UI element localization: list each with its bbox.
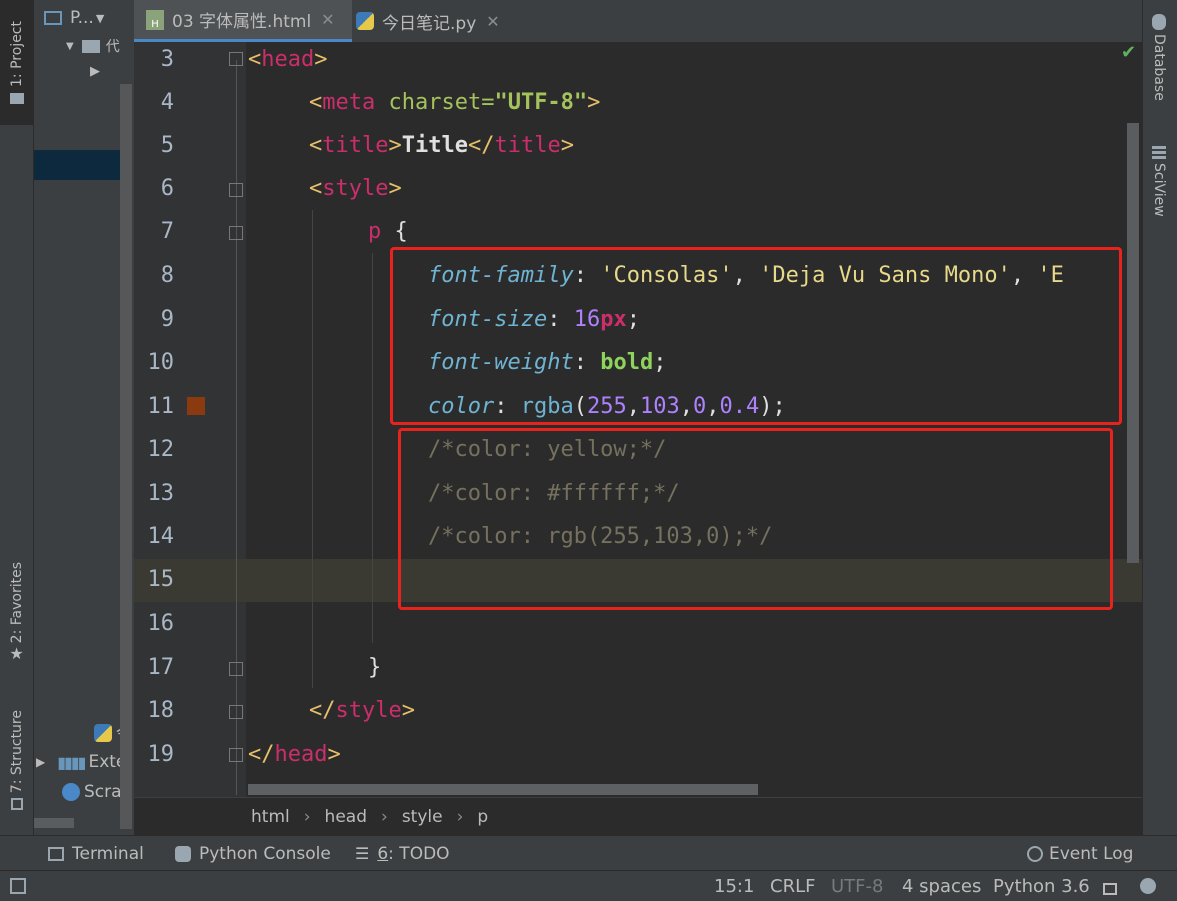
- right-tool-strip: Database SciView: [1142, 0, 1177, 835]
- caret-position[interactable]: 15:1: [714, 871, 754, 901]
- code-line: 6 <style>: [0, 171, 1008, 214]
- highlight-box-comments: [398, 428, 1113, 610]
- line-number: 10: [147, 350, 175, 375]
- editor-vertical-scrollbar[interactable]: [1127, 123, 1139, 563]
- line-number: 14: [147, 524, 175, 549]
- terminal-label: Terminal: [72, 843, 144, 864]
- close-icon[interactable]: ✕: [321, 10, 334, 29]
- file-encoding[interactable]: UTF-8: [831, 871, 883, 901]
- breadcrumb-separator: ›: [303, 807, 311, 827]
- line-text: </style>: [309, 698, 415, 723]
- indent-setting[interactable]: 4 spaces: [902, 871, 981, 901]
- line-number: 16: [147, 611, 175, 636]
- line-number: 15: [147, 567, 175, 592]
- code-line: 19 </head>: [0, 737, 1008, 780]
- tab-database-label: Database: [1151, 34, 1167, 101]
- interpreter[interactable]: Python 3.6: [993, 871, 1090, 901]
- breadcrumb-item[interactable]: p: [477, 807, 488, 827]
- scratch-icon: [62, 783, 80, 801]
- horizontal-scrollbar[interactable]: [34, 818, 74, 828]
- code-line: 5 <title>Title</title>: [0, 128, 1008, 171]
- editor-tabs: H 03 字体属性.html ✕ 今日笔记.py ✕: [134, 0, 1142, 43]
- terminal-icon: [48, 846, 64, 861]
- code-line: 16: [0, 606, 1008, 649]
- tab-database[interactable]: Database: [1151, 14, 1167, 101]
- code-line: 3 <head>: [0, 42, 1008, 85]
- line-number: 4: [160, 90, 174, 115]
- database-icon: [1152, 14, 1166, 30]
- line-text: p {: [368, 219, 408, 244]
- python-file-icon: [356, 12, 374, 30]
- breadcrumb-item[interactable]: style: [402, 807, 443, 827]
- line-text: <style>: [309, 176, 402, 201]
- python-icon: [175, 845, 191, 862]
- structure-icon: [10, 797, 23, 810]
- window-icon: [44, 11, 62, 25]
- todo-button[interactable]: ☰ 6: TODO: [355, 836, 450, 871]
- tab-html-file[interactable]: H 03 字体属性.html ✕: [134, 0, 352, 42]
- line-number: 13: [147, 481, 175, 506]
- breadcrumb: html › head › style › p: [134, 797, 1142, 836]
- breadcrumb-item[interactable]: head: [325, 807, 367, 827]
- todo-label: : TODO: [388, 843, 450, 864]
- line-number: 3: [160, 47, 174, 72]
- toggle-tool-windows-icon[interactable]: [10, 871, 26, 901]
- line-text: <head>: [248, 47, 328, 72]
- project-view-label: P...: [70, 8, 94, 28]
- line-number: 9: [160, 307, 174, 332]
- terminal-button[interactable]: Terminal: [48, 836, 144, 871]
- line-number: 12: [147, 437, 175, 462]
- line-text: </head>: [248, 742, 341, 767]
- code-line: 17 }: [0, 650, 1008, 693]
- line-number: 6: [160, 176, 174, 201]
- tab-sciview-label: SciView: [1151, 163, 1167, 217]
- line-number: 11: [147, 394, 175, 419]
- chevron-down-icon: ▼: [95, 11, 105, 25]
- highlight-box-active-properties: [390, 247, 1122, 425]
- line-text: }: [368, 655, 382, 680]
- editor-horizontal-scrollbar[interactable]: [248, 784, 758, 795]
- inspector-icon[interactable]: [1140, 871, 1156, 901]
- tab-label: 03 字体属性.html: [172, 12, 312, 32]
- html-file-icon: H: [146, 9, 164, 30]
- list-icon: ☰: [355, 844, 370, 863]
- line-separator[interactable]: CRLF: [770, 871, 815, 901]
- python-console-label: Python Console: [199, 843, 331, 864]
- breadcrumb-item[interactable]: html: [251, 807, 290, 827]
- line-text: <title>Title</title>: [309, 133, 574, 158]
- project-view-selector[interactable]: P... ▼: [44, 8, 104, 28]
- line-number: 7: [160, 219, 174, 244]
- tab-sciview[interactable]: SciView: [1151, 145, 1167, 217]
- tree-item-scratches[interactable]: Scrat: [62, 782, 128, 802]
- tool-window-bar: Terminal Python Console ☰ 6: TODO Event …: [0, 835, 1177, 871]
- status-bar: 15:1 CRLF UTF-8 4 spaces Python 3.6: [0, 870, 1177, 901]
- line-number: 19: [147, 742, 175, 767]
- tab-label: 今日笔记.py: [382, 13, 477, 34]
- breadcrumb-separator: ›: [456, 807, 464, 827]
- breadcrumb-separator: ›: [381, 807, 388, 827]
- code-line: 18 </style>: [0, 693, 1008, 736]
- line-text: <meta charset="UTF-8">: [309, 90, 601, 115]
- event-log-label: Event Log: [1049, 843, 1134, 864]
- line-number: 8: [160, 263, 174, 288]
- line-number: 5: [160, 133, 174, 158]
- python-console-button[interactable]: Python Console: [175, 836, 331, 871]
- code-line: 4 <meta charset="UTF-8">: [0, 85, 1008, 128]
- grid-icon: [1152, 145, 1166, 159]
- line-number: 18: [147, 698, 175, 723]
- event-log-button[interactable]: Event Log: [1027, 836, 1133, 871]
- todo-number: 6: [377, 843, 389, 864]
- tab-python-file[interactable]: 今日笔记.py ✕: [356, 0, 516, 42]
- close-icon[interactable]: ✕: [486, 12, 499, 31]
- lock-icon[interactable]: [1103, 871, 1117, 901]
- event-log-icon: [1027, 845, 1043, 862]
- line-number: 17: [147, 655, 175, 680]
- checkmark-icon: ✔: [1121, 42, 1137, 63]
